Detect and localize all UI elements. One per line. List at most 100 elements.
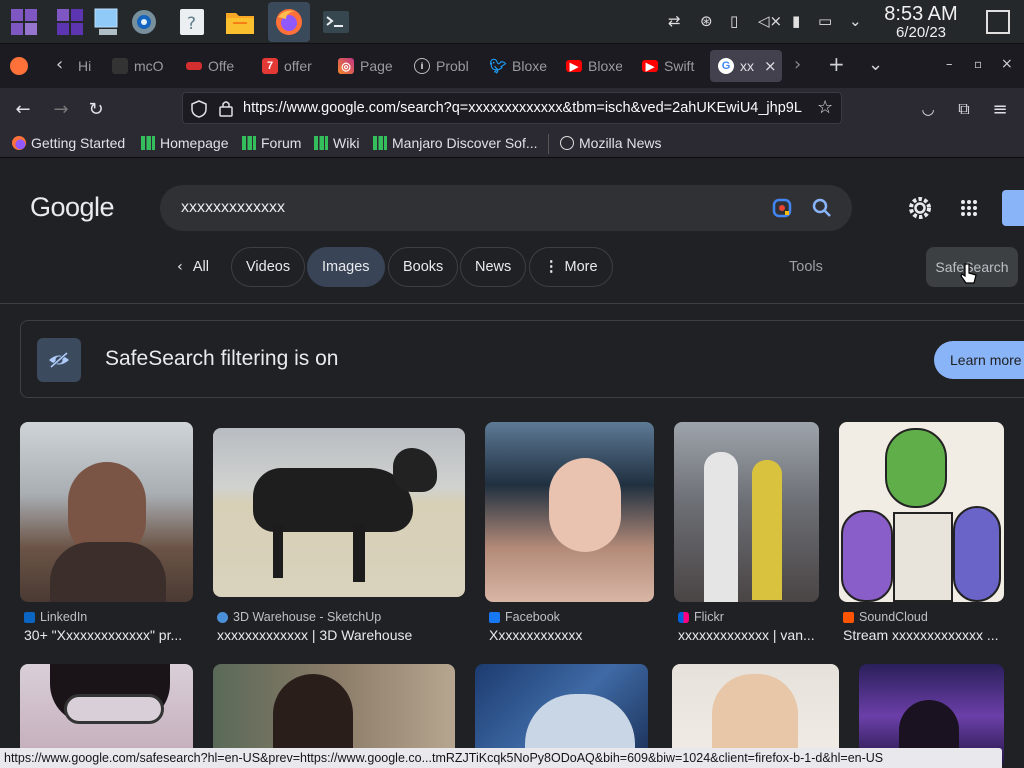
display-icon[interactable]: ▭ bbox=[818, 12, 832, 30]
result-title[interactable]: xxxxxxxxxxxxx | 3D Warehouse bbox=[217, 627, 467, 643]
tab-label: Swift bbox=[664, 58, 695, 74]
window-icon[interactable] bbox=[88, 4, 124, 40]
more-vert-icon: ⋮ bbox=[544, 259, 559, 275]
shield-icon[interactable] bbox=[191, 100, 207, 118]
maximize-icon[interactable]: ▫ bbox=[974, 57, 982, 71]
files-icon[interactable] bbox=[222, 4, 258, 40]
banner-text: SafeSearch filtering is on bbox=[105, 347, 339, 370]
tab[interactable]: mcO bbox=[112, 50, 168, 82]
terminal-icon[interactable] bbox=[318, 4, 354, 40]
clock-time[interactable]: 8:53 AM bbox=[872, 3, 970, 26]
search-box[interactable]: xxxxxxxxxxxxx bbox=[160, 185, 852, 231]
tab[interactable]: 7 offer bbox=[262, 50, 320, 82]
bookmark-star-icon[interactable]: ☆ bbox=[817, 97, 833, 118]
bookmark-wiki[interactable]: Wiki bbox=[314, 135, 359, 151]
tabs-scroll-left-icon[interactable]: ‹ bbox=[56, 54, 63, 75]
network-icon[interactable]: ⇄ bbox=[668, 12, 681, 30]
learn-more-button[interactable]: Learn more bbox=[934, 341, 1024, 379]
result-source[interactable]: 3D Warehouse - SketchUp bbox=[217, 610, 381, 624]
bookmark-forum[interactable]: Forum bbox=[242, 135, 301, 151]
google-g-icon: G bbox=[718, 58, 734, 74]
extensions-icon[interactable]: ⧉ bbox=[951, 96, 977, 122]
back-icon[interactable]: ← bbox=[10, 96, 36, 122]
bookmark-separator bbox=[548, 134, 549, 154]
settings-icon[interactable] bbox=[126, 4, 162, 40]
result-thumbnail[interactable] bbox=[674, 422, 819, 602]
chip-videos[interactable]: Videos bbox=[231, 247, 306, 287]
tabs-scroll-right-icon[interactable]: › bbox=[794, 54, 801, 75]
update-icon[interactable]: ⊛ bbox=[700, 12, 713, 30]
safesearch-banner: SafeSearch filtering is on Learn more bbox=[20, 320, 1024, 398]
tab[interactable]: ▶ Swift bbox=[642, 50, 698, 82]
result-thumbnail[interactable] bbox=[213, 428, 465, 597]
chip-more[interactable]: ⋮ More bbox=[529, 247, 613, 287]
result-source[interactable]: Facebook bbox=[489, 610, 560, 624]
workspace-icon[interactable] bbox=[52, 4, 88, 40]
minimize-icon[interactable]: – bbox=[946, 57, 953, 72]
bookmark-manjaro-discover[interactable]: Manjaro Discover Sof... bbox=[373, 135, 538, 151]
tab[interactable]: Hi bbox=[78, 50, 100, 82]
bookmark-label: Homepage bbox=[160, 135, 229, 151]
tab[interactable]: ▶ Bloxe bbox=[566, 50, 622, 82]
list-tabs-icon[interactable]: ⌄ bbox=[868, 54, 883, 75]
tab-label: Bloxe bbox=[588, 58, 622, 74]
result-title[interactable]: xxxxxxxxxxxxx | van... bbox=[678, 627, 820, 643]
chip-books[interactable]: Books bbox=[388, 247, 459, 287]
sign-in-button[interactable] bbox=[1002, 190, 1024, 226]
search-input[interactable]: xxxxxxxxxxxxx bbox=[181, 199, 285, 217]
chevron-down-icon[interactable]: ⌄ bbox=[849, 12, 862, 30]
chip-images[interactable]: Images bbox=[307, 247, 385, 287]
chip-all[interactable]: ‹ All bbox=[170, 247, 216, 287]
facebook-icon bbox=[489, 611, 500, 623]
result-thumbnail[interactable] bbox=[20, 422, 193, 602]
gear-icon[interactable] bbox=[908, 196, 932, 220]
firefox-view-icon[interactable] bbox=[10, 57, 28, 75]
result-thumbnail[interactable] bbox=[485, 422, 654, 602]
forward-icon[interactable]: → bbox=[48, 96, 74, 122]
battery-icon[interactable]: ▮ bbox=[792, 12, 800, 30]
close-window-icon[interactable]: × bbox=[1001, 56, 1013, 72]
apps-grid-icon[interactable] bbox=[960, 199, 978, 217]
chevron-left-icon: ‹ bbox=[177, 259, 183, 275]
menu-icon[interactable]: ≡ bbox=[987, 96, 1013, 122]
bookmark-getting-started[interactable]: Getting Started bbox=[12, 135, 125, 151]
chip-news[interactable]: News bbox=[460, 247, 527, 287]
lens-icon[interactable] bbox=[772, 198, 792, 218]
google-logo[interactable]: Google bbox=[30, 192, 115, 223]
volume-muted-icon[interactable]: ◁× bbox=[758, 12, 782, 30]
result-source[interactable]: LinkedIn bbox=[24, 610, 87, 624]
close-tab-icon[interactable]: × bbox=[764, 57, 777, 75]
bookmark-homepage[interactable]: Homepage bbox=[141, 135, 229, 151]
result-thumbnail[interactable] bbox=[839, 422, 1004, 602]
url-bar[interactable]: https://www.google.com/search?q=xxxxxxxx… bbox=[182, 92, 842, 124]
lock-icon[interactable] bbox=[219, 100, 233, 117]
tab[interactable]: i Probl bbox=[414, 50, 470, 82]
result-source[interactable]: Flickr bbox=[678, 610, 724, 624]
tab[interactable]: Offe bbox=[186, 50, 242, 82]
help-icon[interactable]: ? bbox=[174, 4, 210, 40]
tab-label: Page bbox=[360, 58, 393, 74]
app-launcher-icon[interactable] bbox=[6, 4, 42, 40]
url-text[interactable]: https://www.google.com/search?q=xxxxxxxx… bbox=[243, 100, 811, 116]
reload-icon[interactable]: ↻ bbox=[83, 96, 109, 122]
tab-bar: ‹ Hi mcO Offe 7 offer ◎ Page i Probl 🐦︎ Blox… bbox=[0, 44, 1024, 88]
new-tab-icon[interactable]: + bbox=[828, 52, 845, 76]
firefox-icon[interactable] bbox=[268, 2, 310, 42]
result-title[interactable]: 30+ "Xxxxxxxxxxxxx" pr... bbox=[24, 627, 194, 643]
result-source[interactable]: SoundCloud bbox=[843, 610, 928, 624]
tab-active[interactable]: Gxx × bbox=[710, 50, 782, 82]
search-icon[interactable] bbox=[812, 198, 832, 218]
tab[interactable]: 🐦︎ Bloxe bbox=[490, 50, 548, 82]
bookmark-mozilla-news[interactable]: Mozilla News bbox=[560, 135, 661, 151]
pocket-icon[interactable]: ◡ bbox=[915, 96, 941, 122]
tools-button[interactable]: Tools bbox=[789, 259, 823, 275]
result-title[interactable]: Xxxxxxxxxxxxx bbox=[489, 627, 655, 643]
tab-label: xx bbox=[740, 58, 754, 74]
clipboard-icon[interactable]: ▯ bbox=[730, 12, 738, 30]
result-title[interactable]: Stream xxxxxxxxxxxxx ... bbox=[843, 627, 1003, 643]
tab[interactable]: ◎ Page bbox=[338, 50, 394, 82]
show-desktop-icon[interactable] bbox=[986, 10, 1010, 34]
clock-date[interactable]: 6/20/23 bbox=[872, 24, 970, 41]
flickr-icon bbox=[678, 611, 689, 623]
sketchup-icon bbox=[217, 611, 228, 623]
